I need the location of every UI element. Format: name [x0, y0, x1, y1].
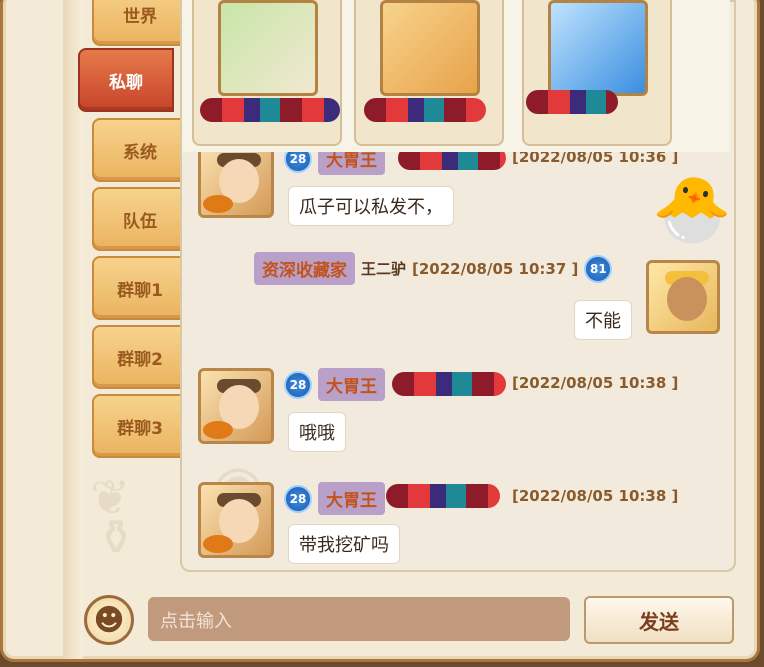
message-bubble[interactable]: 带我挖矿吗	[288, 524, 400, 564]
level-badge: 28	[284, 370, 312, 399]
name-badge[interactable]: 大胃王	[318, 368, 385, 401]
message-timestamp-row: [2022/08/05 10:38 ]	[512, 374, 678, 392]
message-timestamp: [2022/08/05 10:38 ]	[512, 487, 679, 505]
tab-system[interactable]: 系统	[92, 118, 188, 182]
tab-label: 群聊3	[117, 418, 163, 439]
message-header: 28 大胃王	[284, 482, 385, 515]
tab-label: 群聊1	[117, 280, 163, 301]
unicorn-avatar	[218, 0, 318, 96]
sender-avatar[interactable]	[198, 142, 274, 218]
tab-label: 群聊2	[117, 349, 163, 370]
name-badge[interactable]: 大胃王	[318, 482, 385, 515]
face	[667, 277, 707, 321]
tab-label: 系统	[123, 142, 157, 163]
friend-list[interactable]	[182, 0, 730, 152]
boy-avatar	[380, 0, 480, 96]
level-badge: 28	[284, 484, 312, 513]
send-button-label: 发送	[639, 609, 679, 634]
redacted-name	[364, 98, 486, 122]
tab-team[interactable]: 队伍	[92, 187, 188, 251]
redacted-name	[526, 90, 618, 114]
smiley-icon: ☻	[93, 602, 125, 638]
chat-input[interactable]: 点击输入	[148, 597, 570, 641]
message-timestamp: [2022/08/05 10:37 ]	[412, 259, 579, 278]
message-timestamp: [2022/08/05 10:38 ]	[512, 374, 679, 392]
tab-group-1[interactable]: 群聊1	[92, 256, 188, 320]
tab-label: 私聊	[109, 72, 143, 93]
friend-card[interactable]	[522, 0, 672, 146]
sender-name: 王二驴	[361, 260, 407, 278]
message-bubble[interactable]: 瓜子可以私发不，	[288, 186, 454, 226]
pumpkin-icon	[203, 195, 233, 213]
message-bubble[interactable]: 哦哦	[288, 412, 346, 452]
whale-avatar	[548, 0, 648, 96]
tab-private-chat[interactable]: 私聊	[78, 48, 174, 112]
tab-group-2[interactable]: 群聊2	[92, 325, 188, 389]
sender-avatar[interactable]	[198, 482, 274, 558]
redacted-name	[200, 98, 340, 122]
redacted-name	[386, 484, 500, 508]
friend-card[interactable]	[354, 0, 504, 146]
send-button[interactable]: 发送	[584, 596, 734, 644]
emoji-button[interactable]: ☻	[84, 595, 134, 645]
friend-card[interactable]	[192, 0, 342, 146]
pumpkin-icon	[203, 535, 233, 553]
message-header: 28 大胃王	[284, 368, 385, 401]
tab-label: 世界	[123, 6, 157, 27]
title-badge[interactable]: 资深收藏家	[254, 252, 355, 285]
pumpkin-icon	[203, 421, 233, 439]
sender-avatar[interactable]	[198, 368, 274, 444]
sender-avatar[interactable]	[646, 260, 720, 334]
message-header: 资深收藏家 王二驴 [2022/08/05 10:37 ] 81	[254, 252, 613, 285]
redacted-name	[392, 372, 506, 396]
message-bubble[interactable]: 不能	[574, 300, 632, 340]
chat-input-placeholder: 点击输入	[160, 611, 232, 632]
tab-world[interactable]: 世界	[92, 0, 188, 46]
tab-group-3[interactable]: 群聊3	[92, 394, 188, 458]
message-timestamp-row: [2022/08/05 10:38 ]	[512, 487, 678, 505]
tab-label: 队伍	[123, 211, 157, 232]
level-badge: 81	[584, 254, 613, 283]
bird-decoration-icon: 🐣	[652, 173, 732, 247]
